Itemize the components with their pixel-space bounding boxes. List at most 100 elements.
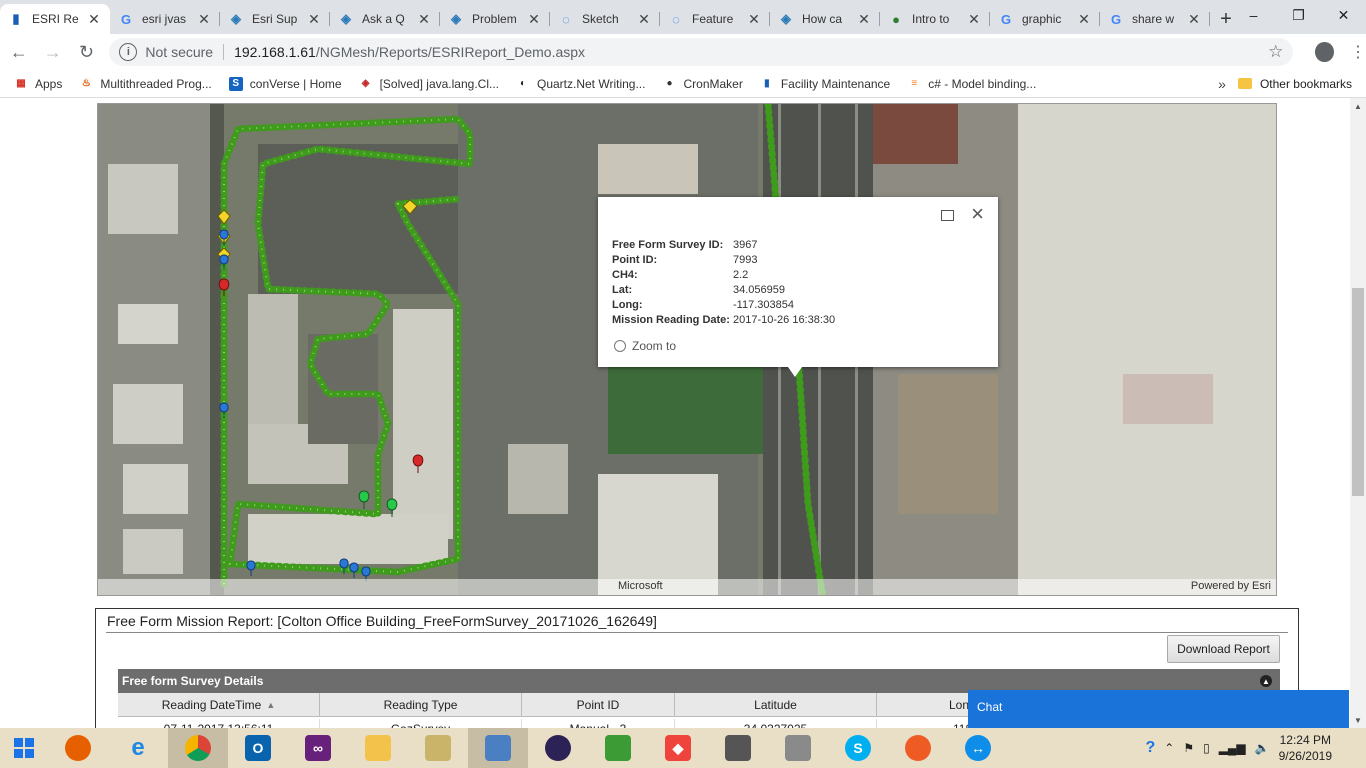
- tab-problem[interactable]: ◈ Problem ✕: [440, 4, 550, 34]
- system-clock[interactable]: 12:24 PM 9/26/2019: [1279, 732, 1332, 764]
- close-icon[interactable]: ✕: [196, 11, 212, 28]
- anydesk-icon[interactable]: ◆: [648, 728, 708, 768]
- database-icon[interactable]: [708, 728, 768, 768]
- battery-icon[interactable]: ▯: [1203, 741, 1210, 755]
- address-bar[interactable]: i Not secure 192.168.1.61 /NGMesh/Report…: [109, 38, 1294, 66]
- reload-icon[interactable]: ↻: [72, 36, 102, 68]
- grid-title: Free form Survey Details: [122, 674, 264, 688]
- firefox-icon[interactable]: [48, 728, 108, 768]
- help-icon[interactable]: ?: [1145, 739, 1155, 757]
- visual-studio-icon[interactable]: ∞: [288, 728, 348, 768]
- forward-icon[interactable]: →: [38, 36, 68, 68]
- bookmark-facility[interactable]: ▮ Facility Maintenance: [760, 77, 890, 91]
- column-label: Lon: [949, 697, 970, 712]
- window-close-icon[interactable]: ✕: [1321, 0, 1366, 30]
- tab-graphic[interactable]: G graphic ✕: [990, 4, 1100, 34]
- tab-esri-report[interactable]: ▮ ESRI Re ✕: [0, 4, 110, 34]
- chart-app-icon[interactable]: [588, 728, 648, 768]
- close-icon[interactable]: ✕: [636, 11, 652, 28]
- globe-icon: ◈: [341, 11, 351, 26]
- close-icon[interactable]: ✕: [856, 11, 872, 28]
- tab-esri-jvas[interactable]: G esri jvas ✕: [110, 4, 220, 34]
- bookmark-star-icon[interactable]: ☆: [1268, 42, 1283, 62]
- outlook-icon[interactable]: O: [228, 728, 288, 768]
- tab-share[interactable]: G share w ✕: [1100, 4, 1210, 34]
- tab-how-can[interactable]: ◈ How ca ✕: [770, 4, 880, 34]
- bookmark-page-icon: ♨: [81, 78, 91, 89]
- teamviewer-icon[interactable]: ↔: [948, 728, 1008, 768]
- tab-esri-support[interactable]: ◈ Esri Sup ✕: [220, 4, 330, 34]
- powered-by-esri[interactable]: Powered by Esri: [1191, 580, 1271, 592]
- calculator-icon[interactable]: [768, 728, 828, 768]
- bookmark-solved[interactable]: ◈ [Solved] java.lang.Cl...: [359, 77, 499, 91]
- tab-feature[interactable]: ◌ Feature ✕: [660, 4, 770, 34]
- cell-latitude: 34.0327025: [675, 719, 877, 728]
- close-icon[interactable]: ✕: [86, 11, 102, 28]
- account-icon[interactable]: [1315, 42, 1335, 62]
- bookmark-label: Apps: [35, 76, 63, 91]
- esri-map[interactable]: × Free Form Survey ID: 3967 Point ID: 7993…: [97, 103, 1277, 596]
- column-reading-datetime[interactable]: Reading DateTime ▲: [118, 693, 320, 716]
- page-scrollbar[interactable]: ▲ ▼: [1350, 98, 1366, 728]
- field-key: Mission Reading Date:: [612, 314, 730, 326]
- collapse-icon[interactable]: ▲: [1260, 675, 1272, 687]
- bookmark-converse[interactable]: S conVerse | Home: [228, 76, 342, 91]
- popup-row: Point ID: 7993: [612, 253, 835, 268]
- clock-date: 9/26/2019: [1278, 749, 1332, 763]
- windows-start-icon[interactable]: [0, 728, 48, 768]
- menu-icon[interactable]: ⋮: [1350, 42, 1366, 62]
- file-explorer-icon[interactable]: [348, 728, 408, 768]
- scroll-down-icon[interactable]: ▼: [1350, 712, 1366, 728]
- clock-time: 12:24 PM: [1279, 733, 1331, 747]
- show-hidden-icons-chevron[interactable]: ⌃: [1164, 741, 1174, 755]
- field-value: 3967: [733, 239, 758, 251]
- column-latitude[interactable]: Latitude: [675, 693, 877, 716]
- eclipse-icon[interactable]: [528, 728, 588, 768]
- popup-row: Lat: 34.056959: [612, 283, 835, 298]
- close-icon[interactable]: ✕: [746, 11, 762, 28]
- bookmark-multithreaded[interactable]: ♨ Multithreaded Prog...: [79, 77, 212, 91]
- more-bookmarks-chevron[interactable]: »: [1218, 76, 1226, 92]
- internet-explorer-icon[interactable]: e: [108, 728, 168, 768]
- close-icon[interactable]: ✕: [1076, 11, 1092, 28]
- close-icon[interactable]: ✕: [966, 11, 982, 28]
- field-value: 2017-10-26 16:38:30: [733, 314, 836, 326]
- close-icon[interactable]: ✕: [1186, 11, 1202, 28]
- scroll-thumb[interactable]: [1352, 288, 1364, 496]
- tab-sketch[interactable]: ◌ Sketch ✕: [550, 4, 660, 34]
- volume-icon[interactable]: 🔈: [1255, 741, 1270, 755]
- other-bookmarks[interactable]: Other bookmarks: [1237, 77, 1352, 91]
- download-report-button[interactable]: Download Report: [1167, 635, 1280, 663]
- bookmark-model-binding[interactable]: ≡ c# - Model binding...: [907, 77, 1036, 91]
- bookmark-apps[interactable]: ▦ Apps: [14, 77, 62, 91]
- tab-ask-question[interactable]: ◈ Ask a Q ✕: [330, 4, 440, 34]
- popup-row: Free Form Survey ID: 3967: [612, 238, 835, 253]
- skype-icon[interactable]: S: [828, 728, 888, 768]
- tab-label: Feature: [692, 12, 734, 26]
- close-icon[interactable]: ✕: [526, 11, 542, 28]
- remote-desktop-icon[interactable]: [468, 728, 528, 768]
- info-icon[interactable]: i: [119, 43, 138, 61]
- back-icon[interactable]: ←: [4, 36, 34, 68]
- column-point-id[interactable]: Point ID: [522, 693, 675, 716]
- bookmark-cronmaker[interactable]: ● CronMaker: [662, 77, 742, 91]
- close-icon[interactable]: ✕: [306, 11, 322, 28]
- close-icon[interactable]: ✕: [416, 11, 432, 28]
- tools-icon[interactable]: [408, 728, 468, 768]
- column-reading-type[interactable]: Reading Type: [320, 693, 522, 716]
- restore-icon[interactable]: ❐: [1276, 0, 1321, 30]
- maximize-icon[interactable]: [941, 210, 954, 221]
- postman-icon[interactable]: [888, 728, 948, 768]
- scroll-up-icon[interactable]: ▲: [1350, 98, 1366, 114]
- tab-intro[interactable]: ● Intro to ✕: [880, 4, 990, 34]
- flag-icon[interactable]: ⚑: [1183, 741, 1194, 755]
- bookmark-quartz[interactable]: ◐ Quartz.Net Writing...: [516, 76, 646, 91]
- minimize-icon[interactable]: –: [1231, 0, 1276, 30]
- popup-close-icon[interactable]: ×: [971, 202, 984, 226]
- zoom-to-link[interactable]: Zoom to: [614, 339, 676, 353]
- sort-icon[interactable]: ▲: [266, 700, 275, 710]
- chat-widget[interactable]: Chat: [968, 690, 1349, 728]
- chrome-icon[interactable]: [168, 728, 228, 768]
- network-icon[interactable]: ▂▄▆: [1219, 741, 1246, 755]
- bookmark-label: Quartz.Net Writing...: [537, 76, 646, 91]
